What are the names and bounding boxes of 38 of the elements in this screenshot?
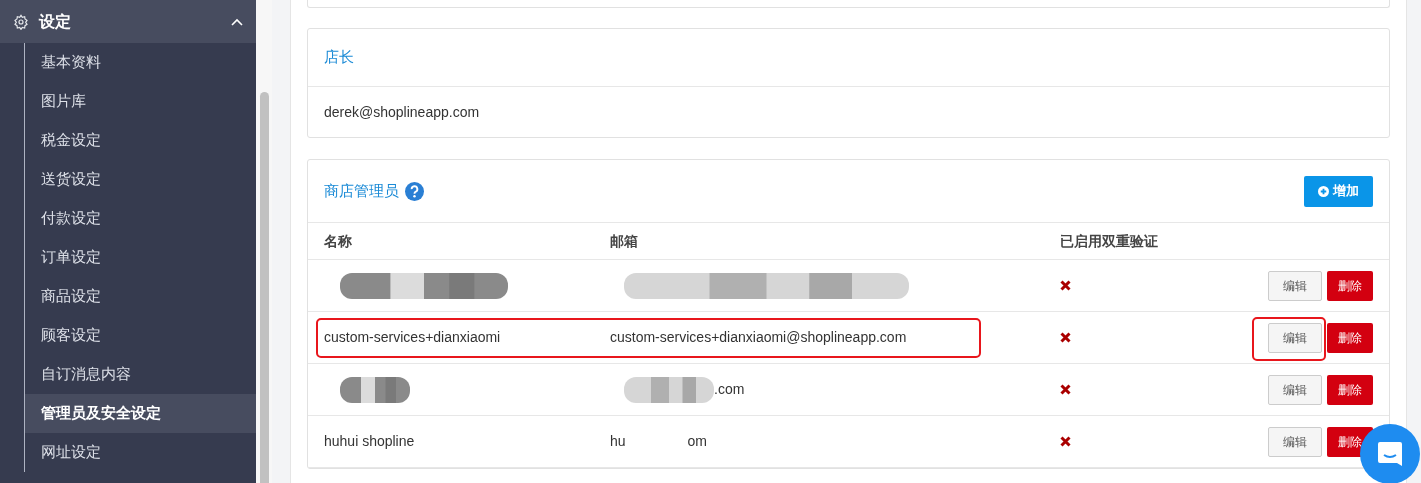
gear-icon [13, 13, 29, 30]
redaction-blur [340, 374, 410, 405]
sidebar-item[interactable]: 订单设定 [24, 238, 256, 277]
plus-circle-icon [1318, 185, 1329, 197]
sidebar-item[interactable]: 网址设定 [24, 433, 256, 472]
card-title: 商店管理员 [324, 180, 399, 201]
admin-email: .com [714, 380, 745, 399]
admin-email: custom-services+dianxiaomi@shoplineapp.com [610, 328, 907, 347]
sidebar-item[interactable]: 基本资料 [24, 43, 256, 82]
settings-section-header[interactable]: 设定 [0, 0, 256, 43]
card-title: 店长 [324, 47, 354, 68]
sidebar-item[interactable]: 商品设定 [24, 277, 256, 316]
chevron-icon [231, 17, 243, 26]
admin-name: custom-services+dianxiaomi [324, 328, 501, 347]
edit-button[interactable]: 编辑 [1268, 374, 1322, 405]
section-label: 设定 [39, 11, 71, 32]
admin-email: om [687, 432, 708, 451]
sidebar-item[interactable]: 管理员及安全设定 [24, 394, 256, 433]
scrollbar-thumb[interactable] [259, 92, 269, 483]
admin-email: hu [610, 432, 626, 451]
sidebar-item[interactable]: 顾客设定 [24, 316, 256, 355]
edit-button[interactable]: 编辑 [1268, 270, 1322, 301]
column-header: 已启用双重验证 [1060, 231, 1158, 251]
sidebar-item[interactable]: 税金设定 [24, 121, 256, 160]
chat-icon [1376, 440, 1404, 468]
edit-button[interactable]: 编辑 [1268, 426, 1322, 457]
admin-name: huhui shopline [324, 432, 415, 451]
edit-button[interactable]: 编辑 [1268, 322, 1322, 353]
column-header: 邮箱 [610, 231, 639, 251]
sidebar-item[interactable]: 图片库 [24, 82, 256, 121]
delete-button[interactable]: 删除 [1327, 322, 1373, 353]
delete-button[interactable]: 删除 [1327, 270, 1373, 301]
help-icon[interactable] [405, 181, 424, 201]
owner-email: derek@shoplineapp.com [324, 102, 480, 122]
delete-button[interactable]: 删除 [1327, 374, 1373, 405]
sidebar-item[interactable]: 付款设定 [24, 199, 256, 238]
column-header: 名称 [324, 231, 353, 251]
sidebar-item[interactable]: 送货设定 [24, 160, 256, 199]
